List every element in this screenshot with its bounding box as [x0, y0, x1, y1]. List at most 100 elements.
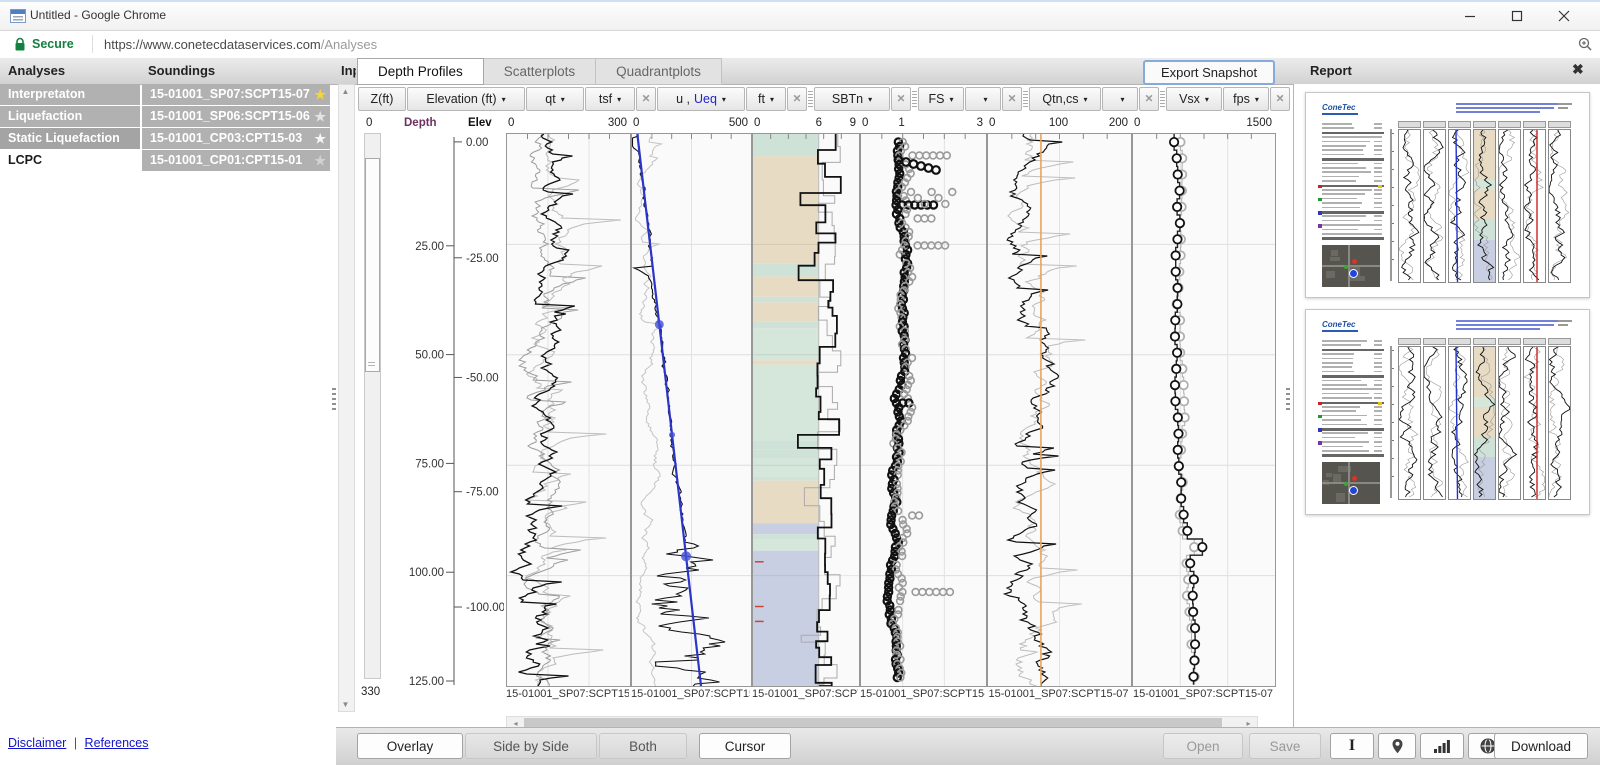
column-drag-handle[interactable]: [1160, 91, 1165, 107]
sounding-item[interactable]: 15-01001_CP03:CPT15-03★: [142, 128, 330, 149]
column-header-qt[interactable]: qt▾: [526, 87, 584, 111]
references-link[interactable]: References: [85, 736, 149, 750]
analysis-item[interactable]: Static Liquefaction: [0, 128, 140, 149]
open-button[interactable]: Open: [1163, 733, 1243, 759]
scroll-up-icon[interactable]: ▲: [339, 87, 352, 96]
analysis-item[interactable]: Interpretaton: [0, 84, 140, 105]
star-icon[interactable]: ★: [314, 128, 326, 149]
column-header-elevation-ft-[interactable]: Elevation (ft)▾: [407, 87, 525, 111]
disclaimer-link[interactable]: Disclaimer: [8, 736, 66, 750]
chevron-down-icon: ▾: [617, 95, 621, 104]
z-slider-top-label: 0: [366, 117, 372, 129]
sounding-item[interactable]: 15-01001_SP07:SCPT15-07★: [142, 84, 330, 105]
report-thumbnail[interactable]: ConeTec: [1305, 309, 1590, 515]
inputs-panel-scrollbar[interactable]: ▲ ▼: [338, 84, 355, 712]
sounding-item[interactable]: 15-01001_SP06:SCPT15-06★: [142, 106, 330, 127]
report-header: Report: [1310, 63, 1352, 78]
plot-sbtn[interactable]: [752, 133, 860, 687]
axis-label: 1: [898, 117, 904, 129]
sounding-item[interactable]: 15-01001_CP01:CPT15-01★: [142, 150, 330, 171]
chevron-down-icon: ▾: [868, 95, 872, 104]
browser-title-bar: Untitled - Google Chrome: [0, 0, 1600, 31]
star-icon[interactable]: ★: [314, 84, 326, 105]
chart-bars-button[interactable]: [1420, 733, 1464, 759]
column-header-dropdown[interactable]: ▾: [1102, 87, 1138, 111]
axis-label: 300: [608, 117, 627, 129]
star-icon[interactable]: ★: [314, 150, 326, 171]
report-close-icon[interactable]: ✖: [1572, 61, 1584, 78]
column-header-ft[interactable]: ft▾: [746, 87, 786, 111]
axis-label: 1500: [1246, 117, 1272, 129]
plot-qtncs[interactable]: [987, 133, 1132, 687]
star-icon[interactable]: ★: [314, 106, 326, 127]
remove-column-icon[interactable]: ✕: [1139, 87, 1159, 111]
column-drag-handle[interactable]: [808, 91, 813, 107]
browser-address-bar[interactable]: Secure https://www.conetecdataservices.c…: [0, 31, 1600, 59]
z-slider-thumb[interactable]: [365, 158, 380, 372]
remove-column-icon[interactable]: ✕: [1002, 87, 1022, 111]
export-snapshot-button[interactable]: Export Snapshot: [1143, 60, 1275, 85]
column-header-fs[interactable]: FS▾: [918, 87, 964, 111]
svg-text:125.00: 125.00: [409, 676, 444, 685]
chevron-down-icon: ▾: [1205, 95, 1209, 104]
download-button[interactable]: Download: [1494, 733, 1588, 759]
remove-column-icon[interactable]: ✕: [1270, 87, 1290, 111]
svg-text:0.00: 0.00: [466, 137, 488, 149]
svg-text:100.00: 100.00: [409, 567, 444, 579]
plot-u[interactable]: [631, 133, 752, 687]
z-slider-bottom-label: 330: [361, 686, 380, 698]
plot-fs[interactable]: [860, 133, 987, 687]
z-range-slider[interactable]: [364, 133, 381, 679]
remove-column-icon[interactable]: ✕: [891, 87, 911, 111]
chevron-down-icon: ▾: [722, 95, 726, 104]
remove-column-icon[interactable]: ✕: [636, 87, 656, 111]
plot-sounding-label: 15-01001_SP07:SCPT15-07: [752, 688, 858, 701]
view-mode-overlay[interactable]: Overlay: [357, 733, 463, 759]
secure-label: Secure: [32, 37, 74, 51]
view-mode-side-by-side[interactable]: Side by Side: [465, 733, 597, 759]
column-drag-handle[interactable]: [1023, 91, 1028, 107]
column-header-dropdown[interactable]: ▾: [965, 87, 1001, 111]
maximize-button[interactable]: [1495, 2, 1539, 29]
tab-scatterplots[interactable]: Scatterplots: [484, 58, 596, 85]
location-pin-button[interactable]: [1378, 733, 1416, 759]
zoom-page-icon[interactable]: [1578, 37, 1593, 55]
analysis-item[interactable]: LCPC: [0, 150, 140, 171]
column-header-sbtn[interactable]: SBTn▾: [814, 87, 890, 111]
report-thumbnail[interactable]: ConeTec: [1305, 92, 1590, 298]
url-text[interactable]: https://www.conetecdataservices.com/Anal…: [104, 37, 377, 52]
chevron-down-icon: ▾: [561, 95, 565, 104]
plot-qt[interactable]: [506, 133, 631, 687]
text-tool-button[interactable]: I: [1330, 733, 1374, 759]
column-header-u-[interactable]: u ,Ueq▾: [657, 87, 745, 111]
svg-text:25.00: 25.00: [415, 241, 444, 253]
analysis-item[interactable]: Liquefaction: [0, 106, 140, 127]
tab-quadrantplots[interactable]: Quadrantplots: [596, 58, 722, 85]
scrollbar-thumb[interactable]: [524, 718, 1222, 727]
column-header-z-ft-[interactable]: Z(ft): [358, 87, 406, 111]
column-header-vsx[interactable]: Vsx▾: [1166, 87, 1222, 111]
column-header-qtn-cs[interactable]: Qtn,cs▾: [1029, 87, 1101, 111]
chevron-down-icon: ▾: [1084, 95, 1088, 104]
plot-sounding-label: 15-01001_SP07:SCPT15-07: [860, 688, 985, 701]
plot-vsx[interactable]: [1132, 133, 1276, 687]
minimize-button[interactable]: [1448, 2, 1492, 29]
view-mode-both[interactable]: Both: [599, 733, 687, 759]
column-header-fps[interactable]: fps▾: [1223, 87, 1269, 111]
tab-depth-profiles[interactable]: Depth Profiles: [357, 58, 484, 85]
column-header-tsf[interactable]: tsf▾: [585, 87, 635, 111]
secure-lock-icon: [14, 37, 26, 55]
save-button[interactable]: Save: [1249, 733, 1321, 759]
view-mode-cursor[interactable]: Cursor: [699, 733, 791, 759]
close-button[interactable]: [1542, 2, 1586, 29]
plot-sounding-label: 15-01001_SP07:SCPT15-07: [1132, 688, 1274, 701]
panel-splitter[interactable]: [1286, 388, 1290, 410]
chevron-down-icon: ▾: [949, 95, 953, 104]
column-drag-handle[interactable]: [912, 91, 917, 107]
axis-label: 200: [1109, 117, 1128, 129]
scroll-down-icon[interactable]: ▼: [339, 700, 352, 709]
soundings-list: 15-01001_SP07:SCPT15-07★15-01001_SP06:SC…: [142, 84, 330, 172]
panel-splitter[interactable]: [332, 388, 336, 410]
analyses-header: Analyses: [8, 63, 65, 78]
remove-column-icon[interactable]: ✕: [787, 87, 807, 111]
